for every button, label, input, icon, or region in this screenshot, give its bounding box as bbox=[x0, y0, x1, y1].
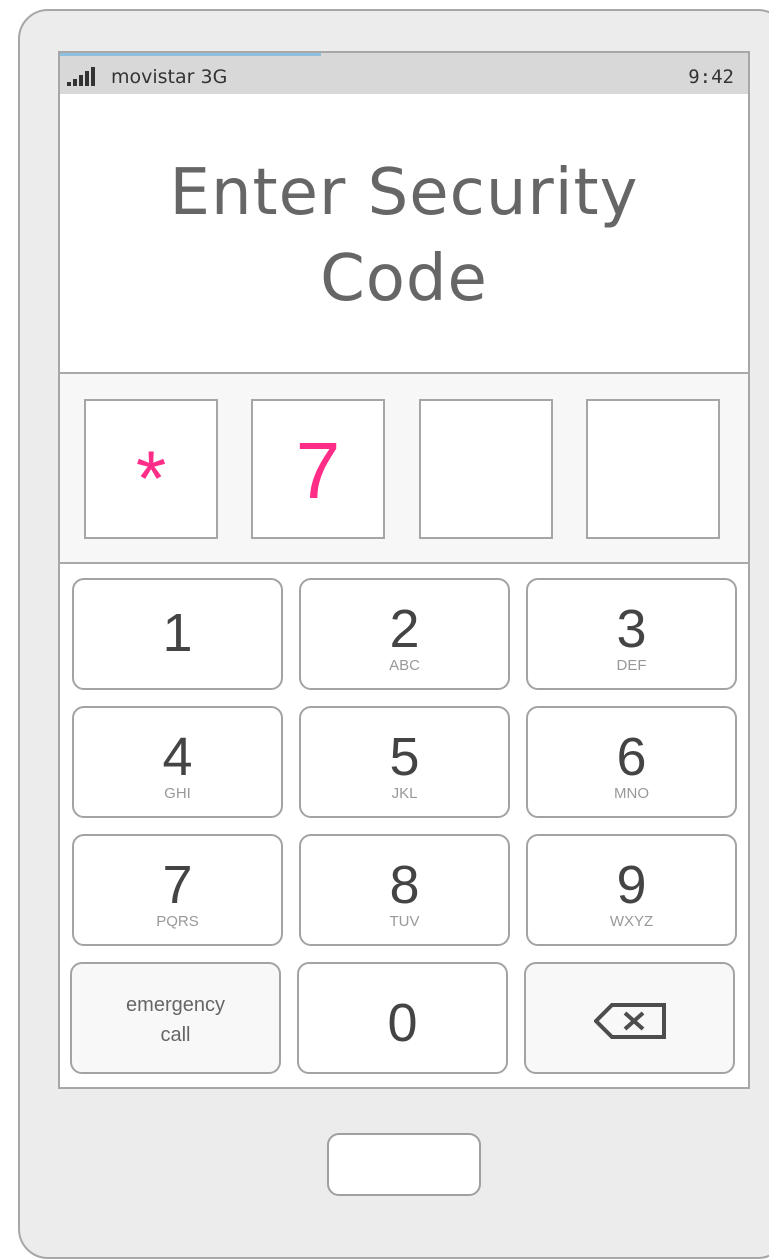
key-letters: MNO bbox=[614, 785, 649, 802]
key-1[interactable]: 1 bbox=[72, 578, 283, 690]
page-title: Enter Security Code bbox=[60, 150, 748, 322]
carrier-name: movistar 3G bbox=[111, 66, 228, 88]
signal-strength-icon bbox=[67, 66, 103, 86]
key-digit: 8 bbox=[389, 855, 420, 915]
key-3[interactable]: 3 DEF bbox=[526, 578, 737, 690]
emergency-call-label-line-2: call bbox=[160, 1024, 191, 1046]
key-9[interactable]: 9 WXYZ bbox=[526, 834, 737, 946]
code-digit-1: * bbox=[135, 434, 167, 522]
key-letters: DEF bbox=[616, 657, 647, 674]
code-digit-box-3[interactable] bbox=[419, 399, 553, 539]
home-button[interactable] bbox=[327, 1133, 481, 1196]
key-5[interactable]: 5 JKL bbox=[299, 706, 510, 818]
emergency-call-button[interactable]: emergency call bbox=[70, 962, 281, 1074]
key-digit: 5 bbox=[389, 727, 420, 787]
key-letters: PQRS bbox=[156, 913, 199, 930]
code-digit-box-1[interactable]: * bbox=[84, 399, 218, 539]
security-code-display: * 7 bbox=[60, 372, 748, 564]
status-time: 9:42 bbox=[688, 66, 734, 88]
key-digit: 9 bbox=[616, 855, 647, 915]
title-line-1: Enter Security bbox=[169, 156, 639, 230]
backspace-icon bbox=[594, 1003, 666, 1039]
key-4[interactable]: 4 GHI bbox=[72, 706, 283, 818]
numeric-keypad: 1 2 ABC 3 DEF 4 GHI 5 JKL 6 MNO 7 PQRS 8… bbox=[60, 564, 748, 1087]
key-digit: 6 bbox=[616, 727, 647, 787]
key-8[interactable]: 8 TUV bbox=[299, 834, 510, 946]
status-bar: movistar 3G 9:42 bbox=[60, 53, 748, 94]
key-digit: 3 bbox=[616, 599, 647, 659]
code-digit-box-4[interactable] bbox=[586, 399, 720, 539]
key-6[interactable]: 6 MNO bbox=[526, 706, 737, 818]
key-7[interactable]: 7 PQRS bbox=[72, 834, 283, 946]
key-digit: 1 bbox=[162, 603, 193, 663]
key-letters: GHI bbox=[164, 785, 191, 802]
key-digit: 2 bbox=[389, 599, 420, 659]
phone-screen: movistar 3G 9:42 Enter Security Code * 7… bbox=[58, 51, 750, 1089]
code-digit-2: 7 bbox=[295, 426, 341, 515]
key-letters: JKL bbox=[391, 785, 418, 802]
key-digit: 0 bbox=[387, 993, 418, 1053]
key-2[interactable]: 2 ABC bbox=[299, 578, 510, 690]
key-digit: 7 bbox=[162, 855, 193, 915]
emergency-call-label: emergency call bbox=[72, 990, 279, 1050]
backspace-button[interactable] bbox=[524, 962, 735, 1074]
title-line-2: Code bbox=[320, 242, 488, 316]
key-letters: TUV bbox=[389, 913, 420, 930]
loading-progress-bar bbox=[60, 53, 321, 56]
emergency-call-label-line-1: emergency bbox=[126, 994, 225, 1016]
title-area: Enter Security Code bbox=[60, 94, 748, 372]
key-letters: ABC bbox=[389, 657, 420, 674]
key-letters: WXYZ bbox=[609, 913, 654, 930]
key-digit: 4 bbox=[162, 727, 193, 787]
key-0[interactable]: 0 bbox=[297, 962, 508, 1074]
code-digit-box-2[interactable]: 7 bbox=[251, 399, 385, 539]
